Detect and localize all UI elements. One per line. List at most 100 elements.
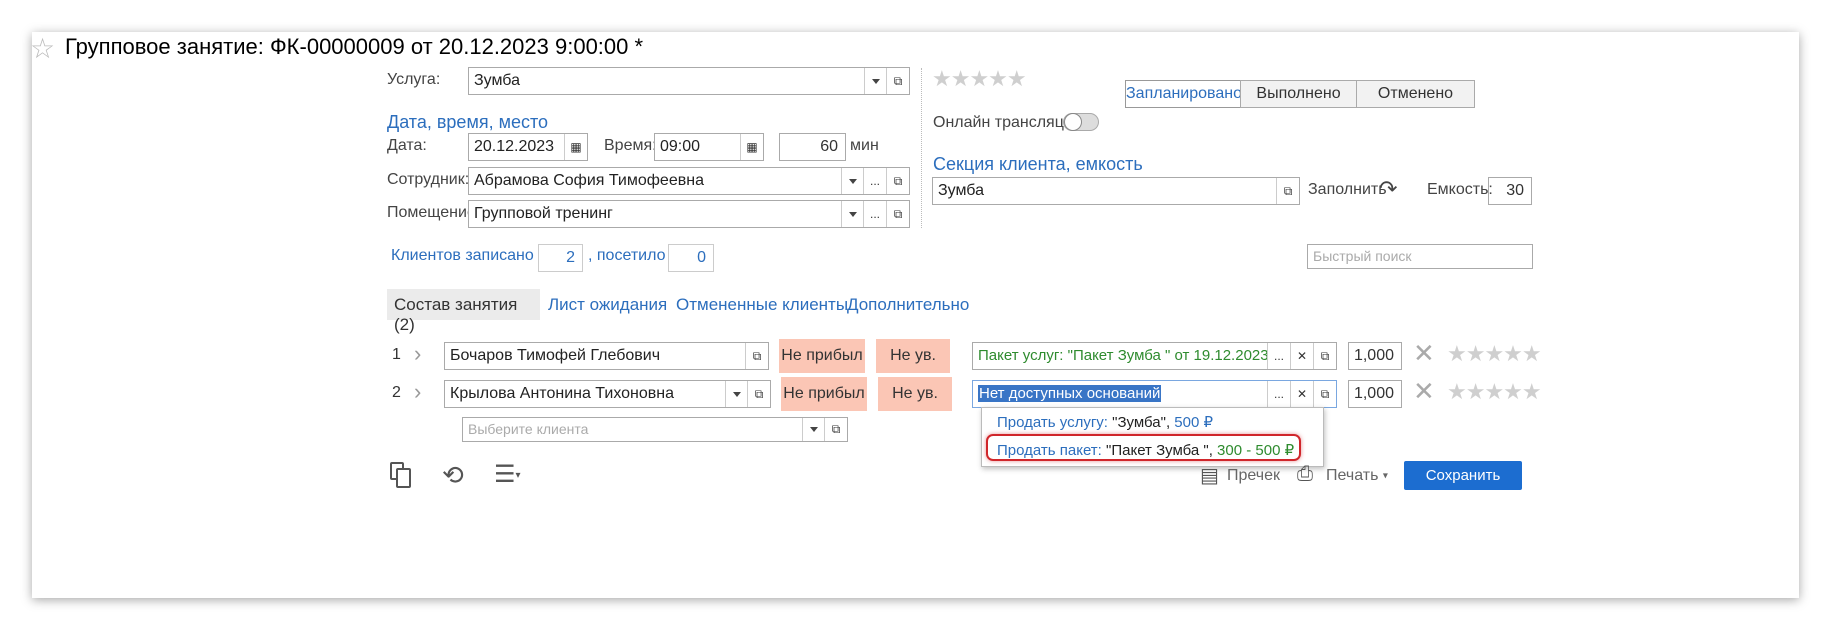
row-basis-value: Пакет услуг: "Пакет Зумба " от 19.12.202… [978,347,1269,364]
select-client-dropdown-button[interactable] [802,418,824,441]
row-qty-field[interactable]: 1,000 [1348,342,1402,370]
row-expand-chevron-icon[interactable]: › [414,379,421,405]
row-client-field[interactable]: Крылова Антонина Тихоновна ⧉ [444,380,771,408]
chevron-down-icon [871,78,880,84]
row-delete-icon[interactable]: ✕ [1413,376,1435,407]
not-arrived-button[interactable]: Не прибыл [779,339,865,373]
row-basis-field[interactable]: Нет доступных оснований ... ✕ ⧉ [972,380,1337,408]
room-field[interactable]: Групповой тренинг ... ⧉ [468,200,910,228]
quick-search-input[interactable]: Быстрый поиск [1307,244,1533,269]
row-basis-select-button[interactable]: ... [1267,381,1290,407]
employee-open-button[interactable]: ⧉ [886,168,909,194]
room-value: Групповой тренинг [474,205,613,222]
row-rating-stars[interactable]: ★★★★★ [1447,379,1542,405]
row-rating-stars[interactable]: ★★★★★ [1447,341,1542,367]
row-basis-clear-button[interactable]: ✕ [1290,343,1313,369]
column-divider [921,68,922,228]
row-basis-open-button[interactable]: ⧉ [1313,343,1336,369]
tab-cancelled-clients[interactable]: Отмененные клиенты [676,295,848,315]
duration-field[interactable]: 60 [779,133,846,161]
sell-package-option[interactable]: Продать пакет: "Пакет Зумба ", 300 - 500… [997,442,1294,460]
rating-stars[interactable]: ★★★★★ [932,66,1027,92]
receipt-icon[interactable]: ▤ [1200,463,1219,488]
date-value: 20.12.2023 [474,138,555,155]
service-field[interactable]: Зумба ⧉ [468,67,910,95]
visited-count: 0 [668,244,714,272]
capacity-label: Емкость: [1427,181,1493,198]
visited-label: , посетило [588,247,666,264]
unexcused-button[interactable]: Не ув. [876,339,950,373]
tab-composition[interactable]: Состав занятия (2) [387,289,540,334]
row-delete-icon[interactable]: ✕ [1413,338,1435,369]
duration-unit: мин [850,137,879,154]
chevron-down-icon [848,178,857,184]
chevron-down-icon [848,211,857,217]
receipt-button[interactable]: Пречек [1227,467,1280,485]
row-client-dropdown-button[interactable] [725,381,747,407]
chevron-down-icon [732,391,741,397]
copy-icon[interactable] [390,462,414,488]
online-broadcast-toggle[interactable] [1063,113,1099,131]
calendar-icon[interactable]: ▦ [564,134,587,160]
employee-dropdown-button[interactable] [841,168,863,194]
row-basis-clear-button[interactable]: ✕ [1290,381,1313,407]
clock-calendar-icon[interactable]: ▦ [740,134,763,160]
row-number: 2 [392,384,401,401]
row-basis-open-button[interactable]: ⧉ [1313,381,1336,407]
status-planned-button[interactable]: Запланировано [1125,80,1242,108]
row-basis-select-button[interactable]: ... [1267,343,1290,369]
print-caret-icon: ▾ [1382,470,1388,482]
service-dropdown-button[interactable] [864,68,886,94]
row-qty-field[interactable]: 1,000 [1348,380,1402,408]
copy-icon-front [396,468,411,488]
fill-arrow-icon[interactable]: ↷ [1379,176,1397,202]
section-field[interactable]: Зумба ⧉ [932,177,1300,205]
row-basis-field[interactable]: Пакет услуг: "Пакет Зумба " от 19.12.202… [972,342,1337,370]
fill-button[interactable]: Заполнить [1308,176,1387,204]
toggle-knob [1064,113,1082,131]
row-client-open-button[interactable]: ⧉ [747,381,770,407]
not-arrived-button[interactable]: Не прибыл [781,377,867,411]
tab-additional[interactable]: Дополнительно [847,295,969,315]
option-name: "Зумба" [1112,414,1166,431]
print-button[interactable]: Печать ▾ [1326,467,1388,485]
row-client-open-button[interactable]: ⧉ [745,343,768,369]
option-sep: , [1208,442,1218,459]
room-select-button[interactable]: ... [863,201,886,227]
history-icon[interactable]: ⟲ [442,460,464,491]
document-window [32,32,1799,598]
time-label: Время: [604,137,657,154]
service-open-button[interactable]: ⧉ [886,68,909,94]
status-cancelled-button[interactable]: Отменено [1356,80,1475,108]
page-title: Групповое занятие: ФК-00000009 от 20.12.… [65,34,644,59]
printer-icon[interactable]: ⎙ [1297,463,1313,486]
more-menu-icon[interactable]: ☰▾ [494,460,521,489]
room-label: Помещение: [387,204,481,221]
tab-composition-label: Состав занятия (2) [394,295,518,334]
service-label: Услуга: [387,71,441,88]
service-value: Зумба [474,72,520,89]
select-client-input[interactable]: Выберите клиента ⧉ [462,417,848,442]
registered-label: Клиентов записано [391,247,534,264]
employee-field[interactable]: Абрамова София Тимофеевна ... ⧉ [468,167,910,195]
status-done-button[interactable]: Выполнено [1240,80,1357,108]
sell-service-option[interactable]: Продать услугу: "Зумба", 500 ₽ [997,414,1213,432]
print-label: Печать [1326,467,1379,484]
row-client-field[interactable]: Бочаров Тимофей Глебович ⧉ [444,342,769,370]
employee-value: Абрамова София Тимофеевна [474,172,704,189]
room-dropdown-button[interactable] [841,201,863,227]
row-expand-chevron-icon[interactable]: › [414,341,421,367]
time-field[interactable]: 09:00 ▦ [654,133,764,161]
save-button[interactable]: Сохранить [1404,461,1522,490]
tab-waiting-list[interactable]: Лист ожидания [548,295,667,315]
unexcused-button[interactable]: Не ув. [878,377,952,411]
favorite-star-icon[interactable]: ☆ [30,32,55,65]
date-field[interactable]: 20.12.2023 ▦ [468,133,588,161]
select-client-open-button[interactable]: ⧉ [824,418,847,441]
row-client-value: Крылова Антонина Тихоновна [450,385,674,402]
employee-select-button[interactable]: ... [863,168,886,194]
capacity-field[interactable]: 30 [1488,177,1532,205]
option-prefix: Продать пакет: [997,442,1102,459]
room-open-button[interactable]: ⧉ [886,201,909,227]
section-open-button[interactable]: ⧉ [1276,178,1299,204]
